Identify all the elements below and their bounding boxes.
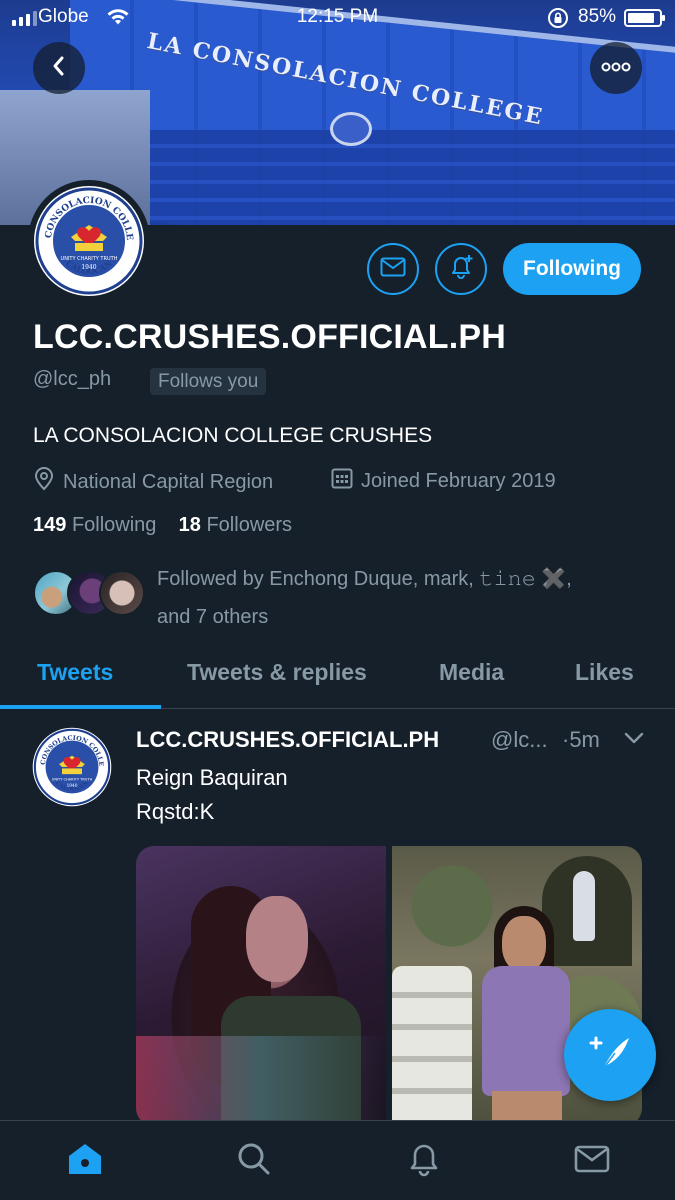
location-pin-icon: [33, 467, 55, 497]
battery-icon: [624, 9, 665, 27]
tab-likes[interactable]: Likes: [575, 659, 634, 686]
notifications-toggle-button[interactable]: [435, 243, 487, 295]
bottom-navigation: [0, 1120, 675, 1200]
followed-by-line1: Followed by Enchong Duque, mark, 𝚝𝚒𝚗𝚎 ✖️…: [157, 568, 572, 590]
clock-time: 12:15 PM: [296, 6, 379, 27]
followed-by-text[interactable]: Followed by Enchong Duque, mark, 𝚝𝚒𝚗𝚎 ✖️…: [157, 560, 657, 636]
status-bar: Globe 12:15 PM 85%: [0, 0, 675, 36]
followers-count-link[interactable]: 18 Followers: [179, 514, 292, 536]
banner-seal: [330, 112, 372, 146]
location-text: National Capital Region: [63, 470, 274, 493]
profile-location: National Capital Region: [33, 467, 273, 497]
home-icon: [66, 1141, 104, 1182]
following-count-link[interactable]: 149 Following: [33, 514, 156, 536]
nav-home[interactable]: [65, 1141, 105, 1181]
tab-tweets[interactable]: Tweets: [37, 659, 113, 686]
profile-bio: LA CONSOLACION COLLEGE CRUSHES: [33, 424, 433, 447]
follows-you-badge: Follows you: [150, 368, 267, 395]
tweet-menu-button[interactable]: [624, 731, 644, 750]
tab-media[interactable]: Media: [439, 659, 504, 686]
tweet-photo-1[interactable]: [136, 846, 386, 1126]
followers-count: 18: [178, 514, 201, 536]
active-tab-indicator: [0, 705, 161, 709]
tweet-author-name[interactable]: LCC.CRUSHES.OFFICIAL.PH: [136, 727, 439, 753]
profile-handle: @lcc_ph: [33, 368, 112, 390]
followed-by-avatars[interactable]: [33, 570, 148, 618]
compose-tweet-button[interactable]: [564, 1009, 656, 1101]
avatar: [99, 570, 145, 616]
calendar-icon: [331, 467, 353, 495]
more-options-button[interactable]: [590, 42, 642, 94]
seal-year: 1940: [67, 784, 78, 789]
tweet-timestamp: ·5m: [562, 727, 600, 752]
bell-plus-icon: [447, 253, 475, 286]
chevron-down-icon: [624, 732, 644, 749]
follow-counts: 149 Following 18 Followers: [33, 514, 292, 537]
following-label: Following: [71, 514, 157, 536]
profile-joined: Joined February 2019: [331, 467, 556, 495]
tweet-author-handle: @lc...: [491, 727, 548, 752]
more-horizontal-icon: [601, 59, 631, 77]
tab-tweets-replies[interactable]: Tweets & replies: [187, 659, 367, 686]
following-count: 149: [33, 514, 67, 536]
profile-tabs: Tweets Tweets & replies Media Likes: [0, 645, 675, 709]
profile-display-name: LCC.CRUSHES.OFFICIAL.PH: [33, 318, 507, 356]
tweet-avatar[interactable]: LA CONSOLACION COLLEGE CALOOCAN UNITY CH…: [32, 727, 112, 807]
nav-search[interactable]: [234, 1141, 274, 1181]
battery-percent: 85%: [578, 6, 617, 27]
nav-messages[interactable]: [572, 1141, 612, 1181]
seal-year: 1940: [81, 264, 96, 271]
seal-motto: UNITY CHARITY TRUTH: [52, 778, 93, 782]
rotation-lock-icon: [547, 7, 569, 35]
message-button[interactable]: [367, 243, 419, 295]
mail-icon: [574, 1145, 610, 1178]
following-button[interactable]: Following: [503, 243, 641, 295]
chevron-left-icon: [50, 55, 68, 82]
back-button[interactable]: [33, 42, 85, 94]
compose-feather-icon: [587, 1033, 633, 1078]
followers-label: Followers: [206, 514, 293, 536]
college-seal-logo: LA CONSOLACION COLLEGE CALOOCAN UNITY CH…: [33, 185, 144, 296]
tweet-text: Reign Baquiran Rqstd:K: [136, 761, 288, 829]
tweet-media: [136, 846, 642, 1126]
search-icon: [236, 1141, 272, 1182]
tweet-text-line1: Reign Baquiran: [136, 765, 288, 790]
seal-motto: UNITY CHARITY TRUTH: [61, 256, 118, 262]
bell-icon: [406, 1140, 442, 1183]
profile-avatar[interactable]: LA CONSOLACION COLLEGE CALOOCAN UNITY CH…: [28, 180, 150, 302]
followed-by-line2: and 7 others: [157, 606, 269, 628]
tweet-text-line2: Rqstd:K: [136, 799, 215, 824]
joined-text: Joined February 2019: [361, 469, 556, 492]
nav-notifications[interactable]: [404, 1141, 444, 1181]
college-seal-logo: LA CONSOLACION COLLEGE CALOOCAN UNITY CH…: [32, 727, 112, 807]
mail-icon: [380, 257, 406, 282]
